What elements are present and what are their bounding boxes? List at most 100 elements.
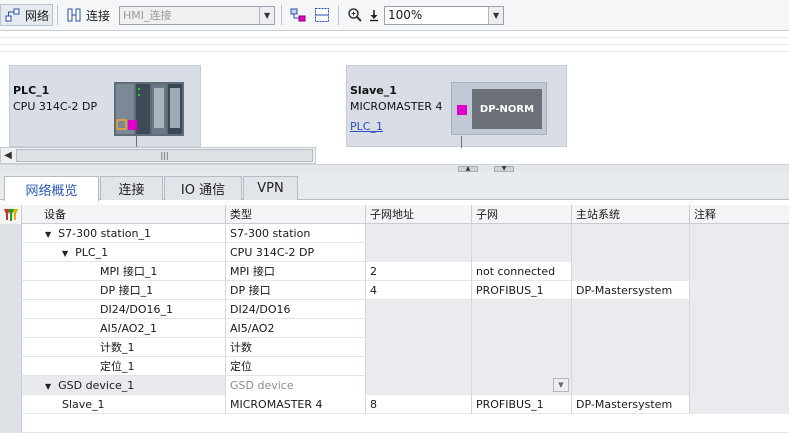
cell-type[interactable]: AI5/AO2	[225, 319, 365, 338]
cell-device[interactable]: DP 接口_1	[22, 281, 225, 300]
cell-master-system[interactable]	[571, 357, 689, 376]
tab-io-communication[interactable]: IO 通信	[164, 176, 242, 200]
row-handle[interactable]	[0, 262, 22, 281]
row-handle[interactable]	[0, 319, 22, 338]
row-handle[interactable]	[0, 243, 22, 262]
cell-master-system[interactable]	[571, 243, 689, 262]
cell-subnet[interactable]	[471, 319, 571, 338]
cell-master-system[interactable]	[571, 224, 689, 243]
cell-device[interactable]: ▼ GSD device_1	[22, 376, 225, 395]
expand-triangle-icon[interactable]: ▼	[62, 244, 68, 262]
canvas-horizontal-scrollbar[interactable]: ◀ |||	[0, 147, 316, 164]
cell-comment[interactable]	[689, 319, 789, 338]
cell-comment[interactable]	[689, 338, 789, 357]
table-row[interactable]: DP 接口_1 DP 接口 4 PROFIBUS_1 DP-Mastersystem	[0, 281, 789, 300]
cell-master-system[interactable]	[571, 338, 689, 357]
cell-subnet-address[interactable]	[365, 376, 471, 395]
zoom-in-button[interactable]	[343, 4, 367, 26]
cell-device[interactable]: DI24/DO16_1	[22, 300, 225, 319]
table-row[interactable]: 计数_1 计数	[0, 338, 789, 357]
master-link[interactable]: PLC_1	[350, 120, 383, 133]
cell-subnet-address[interactable]	[365, 243, 471, 262]
cell-type[interactable]: 定位	[225, 357, 365, 376]
table-row[interactable]: 定位_1 定位	[0, 357, 789, 376]
row-handle[interactable]	[0, 376, 22, 395]
cell-device[interactable]: AI5/AO2_1	[22, 319, 225, 338]
col-header-master-system[interactable]: 主站系统	[571, 205, 689, 224]
cell-subnet-address[interactable]: 2	[365, 262, 471, 281]
col-header-subnet-address[interactable]: 子网地址	[365, 205, 471, 224]
cell-comment[interactable]	[689, 262, 789, 281]
column-filter-icon[interactable]	[3, 208, 19, 222]
cell-subnet[interactable]	[471, 300, 571, 319]
table-row[interactable]: ▼ GSD device_1 GSD device ▼	[0, 376, 789, 395]
cell-comment[interactable]	[689, 300, 789, 319]
chevron-left-icon[interactable]: ◀	[1, 148, 15, 163]
cell-device[interactable]: 计数_1	[22, 338, 225, 357]
tab-connections[interactable]: 连接	[100, 176, 163, 200]
grid-toggle-button[interactable]	[310, 4, 334, 26]
col-header-subnet[interactable]: 子网	[471, 205, 571, 224]
cell-type[interactable]: MPI 接口	[225, 262, 365, 281]
connection-button[interactable]: 连接	[62, 4, 113, 26]
cell-subnet-address[interactable]	[365, 357, 471, 376]
chevron-down-icon[interactable]: ▼	[553, 378, 569, 392]
cell-subnet-address[interactable]: 8	[365, 395, 471, 414]
cell-device[interactable]: ▼ PLC_1	[22, 243, 225, 262]
col-header-comment[interactable]: 注释	[689, 205, 789, 224]
row-handle[interactable]	[0, 281, 22, 300]
table-row[interactable]: ▼ S7-300 station_1 S7-300 station	[0, 224, 789, 243]
cell-device[interactable]: MPI 接口_1	[22, 262, 225, 281]
cell-subnet-address[interactable]	[365, 338, 471, 357]
cell-master-system[interactable]	[571, 262, 689, 281]
device-plc-1[interactable]: PLC_1 CPU 314C-2 DP	[9, 65, 201, 148]
table-row[interactable]: AI5/AO2_1 AI5/AO2	[0, 319, 789, 338]
cell-comment[interactable]	[689, 224, 789, 243]
col-header-type[interactable]: 类型	[225, 205, 365, 224]
cell-master-system[interactable]	[571, 376, 689, 395]
connection-type-select[interactable]: HMI_连接 ▼	[119, 5, 276, 25]
tab-vpn[interactable]: VPN	[243, 176, 298, 200]
cell-subnet-address[interactable]	[365, 224, 471, 243]
network-view-button[interactable]: 网络	[0, 4, 54, 26]
cell-device[interactable]: 定位_1	[22, 357, 225, 376]
cell-subnet[interactable]	[471, 357, 571, 376]
table-row[interactable]: ▼ PLC_1 CPU 314C-2 DP	[0, 243, 789, 262]
cell-type[interactable]: 计数	[225, 338, 365, 357]
device-slave-1[interactable]: Slave_1 MICROMASTER 4 PLC_1 DP-NORM	[346, 65, 567, 148]
cell-comment[interactable]	[689, 357, 789, 376]
cell-subnet[interactable]	[471, 243, 571, 262]
cell-type[interactable]: GSD device	[225, 376, 365, 395]
tab-network-overview[interactable]: 网络概览	[4, 176, 99, 201]
cell-type[interactable]: DI24/DO16	[225, 300, 365, 319]
cell-subnet[interactable]	[471, 224, 571, 243]
cell-subnet[interactable]	[471, 338, 571, 357]
row-handle[interactable]	[0, 357, 22, 376]
cell-subnet[interactable]: ▼	[471, 376, 571, 395]
cell-subnet-address[interactable]: 4	[365, 281, 471, 300]
row-handle[interactable]	[0, 395, 22, 414]
cell-master-system[interactable]: DP-Mastersystem	[571, 281, 689, 300]
cell-comment[interactable]	[689, 243, 789, 262]
cell-device[interactable]: ▼ S7-300 station_1	[22, 224, 225, 243]
cell-type[interactable]: CPU 314C-2 DP	[225, 243, 365, 262]
network-canvas[interactable]: PLC_1 CPU 314C-2 DP Slave_1 MICROMASTER …	[0, 31, 789, 148]
scrollbar-thumb[interactable]: |||	[16, 149, 313, 162]
cell-type[interactable]: S7-300 station	[225, 224, 365, 243]
cell-comment[interactable]	[689, 281, 789, 300]
cell-device[interactable]: Slave_1	[22, 395, 225, 414]
cell-master-system[interactable]	[571, 319, 689, 338]
cell-master-system[interactable]: DP-Mastersystem	[571, 395, 689, 414]
cell-type[interactable]: MICROMASTER 4	[225, 395, 365, 414]
expand-triangle-icon[interactable]: ▼	[45, 377, 51, 395]
row-handle[interactable]	[0, 300, 22, 319]
table-row[interactable]: Slave_1 MICROMASTER 4 8 PROFIBUS_1 DP-Master…	[0, 395, 789, 414]
cell-subnet-address[interactable]	[365, 319, 471, 338]
table-row[interactable]: DI24/DO16_1 DI24/DO16	[0, 300, 789, 319]
pane-splitter[interactable]: ▲ ▼	[0, 164, 789, 172]
cell-subnet-address[interactable]	[365, 300, 471, 319]
cell-type[interactable]: DP 接口	[225, 281, 365, 300]
cell-master-system[interactable]	[571, 300, 689, 319]
cell-comment[interactable]	[689, 376, 789, 395]
zoom-select[interactable]: 100% ▼	[384, 5, 505, 25]
